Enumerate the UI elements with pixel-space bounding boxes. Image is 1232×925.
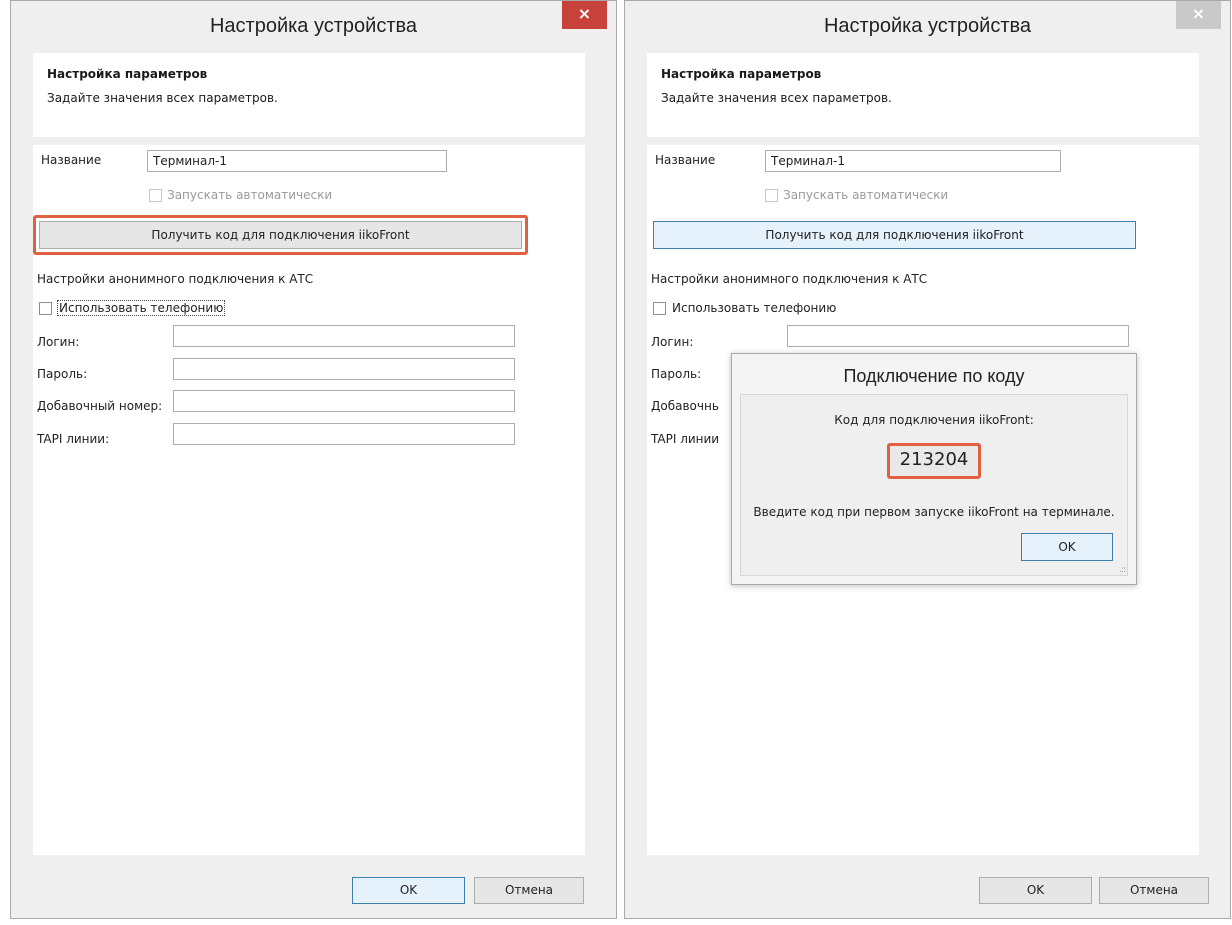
anon-section-title: Настройки анонимного подключения к АТС <box>37 272 314 286</box>
connection-code: 213204 <box>887 443 981 479</box>
autostart-label: Запускать автоматически <box>167 188 333 202</box>
use-telephony-label[interactable]: Использовать телефонию <box>57 300 226 316</box>
password-label: Пароль: <box>37 367 88 381</box>
login-input[interactable] <box>173 325 515 347</box>
device-settings-window-right: Настройка устройства × Настройка парамет… <box>624 0 1231 919</box>
window-title: Настройка устройства <box>209 15 418 37</box>
header-subtitle: Задайте значения всех параметров. <box>661 91 892 105</box>
name-input[interactable]: Терминал-1 <box>147 150 447 172</box>
code-instruction: Введите код при первом запуске iikoFront… <box>753 505 1115 519</box>
connection-code-dialog: Подключение по коду Код для подключения … <box>731 353 1137 585</box>
title-bar[interactable]: Настройка устройства × <box>11 1 616 53</box>
extension-label: Добавочнь <box>651 399 719 413</box>
close-button[interactable]: × <box>1176 1 1221 29</box>
anon-section-title: Настройки анонимного подключения к АТС <box>651 272 928 286</box>
autostart-label: Запускать автоматически <box>783 188 949 202</box>
cancel-button[interactable]: Отмена <box>1099 877 1209 904</box>
resize-grip-icon[interactable]: .:: <box>1119 565 1126 575</box>
device-settings-window-left: Настройка устройства × Настройка парамет… <box>10 0 617 919</box>
code-caption: Код для подключения iikoFront: <box>834 413 1034 427</box>
close-icon: × <box>577 4 592 23</box>
tapi-label: TAPI линии: <box>37 432 110 446</box>
password-input[interactable] <box>173 358 515 380</box>
settings-panel: Название Терминал-1 Запускать автоматиче… <box>33 145 585 855</box>
password-label: Пароль: <box>651 367 702 381</box>
get-code-button[interactable]: Получить код для подключения iikoFront <box>653 221 1136 249</box>
header-title: Настройка параметров <box>47 67 208 81</box>
autostart-checkbox[interactable] <box>149 189 162 202</box>
get-code-button[interactable]: Получить код для подключения iikoFront <box>39 221 522 249</box>
header-panel: Настройка параметров Задайте значения вс… <box>647 53 1199 137</box>
header-subtitle: Задайте значения всех параметров. <box>47 91 278 105</box>
login-label: Логин: <box>37 335 80 349</box>
use-telephony-checkbox[interactable] <box>653 302 666 315</box>
header-panel: Настройка параметров Задайте значения вс… <box>33 53 585 137</box>
name-input[interactable]: Терминал-1 <box>765 150 1061 172</box>
ok-button[interactable]: OK <box>979 877 1092 904</box>
use-telephony-checkbox[interactable] <box>39 302 52 315</box>
name-label: Название <box>41 153 102 167</box>
login-input[interactable] <box>787 325 1129 347</box>
use-telephony-label: Использовать телефонию <box>672 301 837 315</box>
extension-label: Добавочный номер: <box>37 399 163 413</box>
window-title: Настройка устройства <box>823 15 1032 37</box>
cancel-button[interactable]: Отмена <box>474 877 584 904</box>
tapi-label: TAPI линии <box>651 432 720 446</box>
autostart-checkbox[interactable] <box>765 189 778 202</box>
ok-button[interactable]: OK <box>352 877 465 904</box>
close-icon: × <box>1191 4 1206 23</box>
login-label: Логин: <box>651 335 694 349</box>
header-title: Настройка параметров <box>661 67 822 81</box>
close-button[interactable]: × <box>562 1 607 29</box>
name-label: Название <box>655 153 716 167</box>
dialog-title: Подключение по коду <box>843 366 1025 386</box>
dialog-content: Код для подключения iikoFront: 213204 Вв… <box>740 394 1128 576</box>
extension-input[interactable] <box>173 390 515 412</box>
dialog-ok-button[interactable]: OK <box>1021 533 1113 561</box>
tapi-input[interactable] <box>173 423 515 445</box>
title-bar[interactable]: Настройка устройства × <box>625 1 1230 53</box>
